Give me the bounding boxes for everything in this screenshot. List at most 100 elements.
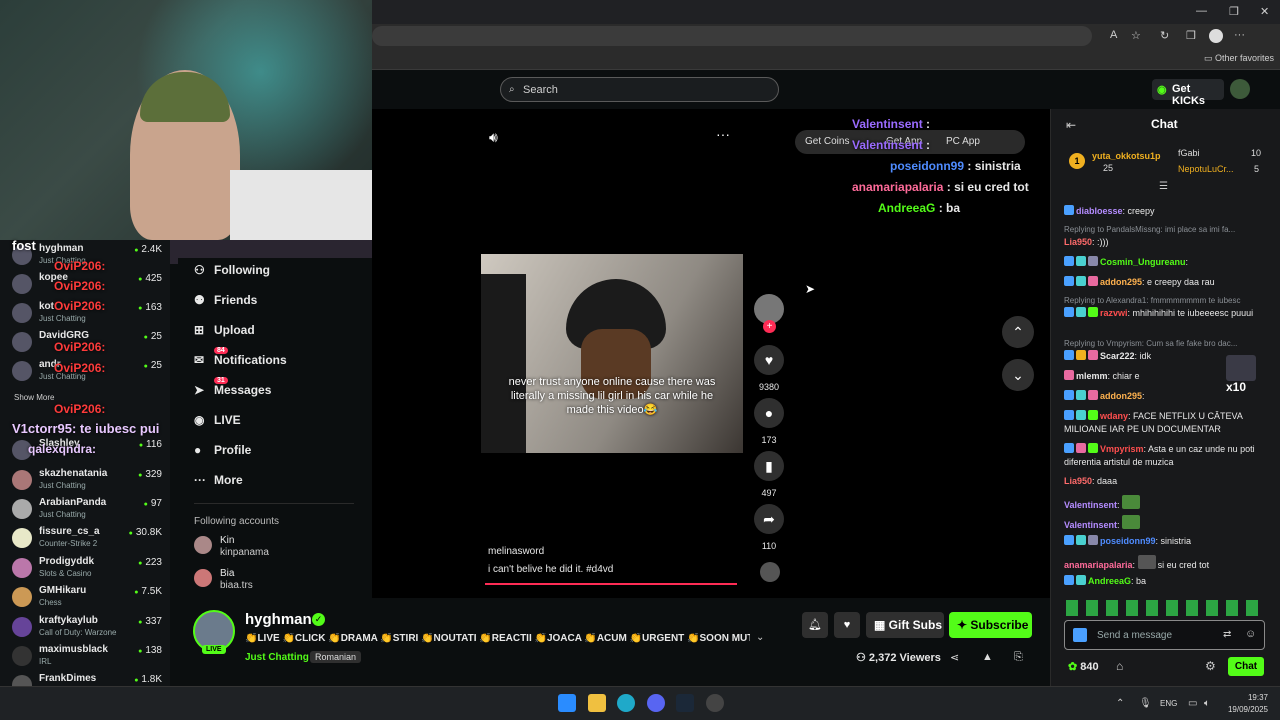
language-indicator[interactable]: ENG (1160, 699, 1177, 708)
chat-input[interactable]: Send a message ⇄ ☺ (1064, 620, 1265, 650)
nav-live[interactable]: ◉ LIVE (194, 413, 241, 427)
chat-username[interactable]: Vmpyrism (1100, 444, 1144, 454)
network-icon[interactable]: ▭ (1188, 698, 1197, 709)
chat-username[interactable]: Lia950 (1064, 476, 1092, 486)
address-bar[interactable] (372, 26, 1092, 46)
other-favorites-folder[interactable]: ▭ Other favorites (1204, 53, 1274, 64)
close-window-button[interactable]: ✕ (1260, 5, 1269, 18)
share-arrow-icon[interactable]: ➦ (754, 504, 784, 534)
chat-username[interactable]: razvwi (1100, 308, 1128, 318)
emoji-icon[interactable]: ☺ (1245, 628, 1256, 640)
report-warning-icon[interactable]: ▲ (982, 651, 993, 663)
channel-item[interactable]: GMHikaru Chess 7.5K (0, 582, 170, 611)
clock-time[interactable]: 19:37 (1234, 693, 1268, 702)
get-coins-button[interactable]: Get Coins (805, 136, 849, 147)
discord-icon[interactable] (647, 694, 665, 712)
comment-icon[interactable]: ● (754, 398, 784, 428)
channel-item[interactable]: maximusblack IRL 138 (0, 641, 170, 670)
follow-heart-icon[interactable]: ♥ (834, 612, 860, 638)
show-more-link[interactable]: Show More (14, 393, 54, 402)
nav-upload[interactable]: ⊞ Upload (194, 323, 255, 337)
more-menu-icon[interactable]: ··· (1234, 29, 1245, 41)
chat-username[interactable]: Lia950 (1064, 237, 1092, 247)
clip-icon[interactable]: ⎘ (1014, 651, 1023, 664)
volume-tray-icon[interactable]: 🔈︎ (1204, 698, 1210, 709)
obs-icon[interactable] (706, 694, 724, 712)
file-explorer-icon[interactable] (588, 694, 606, 712)
notification-bell-icon[interactable]: 🔔︎ (802, 612, 828, 638)
read-aloud-icon[interactable]: A (1110, 29, 1117, 41)
search-input[interactable]: ⌕ Search (500, 77, 779, 102)
profile-avatar[interactable] (1209, 29, 1223, 43)
chat-username[interactable]: diabloesse (1076, 206, 1123, 216)
chat-username[interactable]: anamariapalaria (1064, 560, 1133, 570)
collapse-chat-icon[interactable]: ⇤ (1066, 118, 1076, 132)
minimize-button[interactable]: — (1196, 5, 1207, 17)
nav-friends[interactable]: ⚉ Friends (194, 293, 257, 307)
channel-points[interactable]: ✿ 840 (1068, 660, 1099, 673)
like-heart-icon[interactable]: ♥ (754, 345, 784, 375)
chat-username[interactable]: addon295 (1100, 391, 1142, 401)
edge-browser-icon[interactable] (617, 694, 635, 712)
channel-item[interactable]: fissure_cs_a Counter-Strike 2 30.8K (0, 523, 170, 552)
chevron-down-icon[interactable]: ⌄ (1002, 359, 1034, 391)
nav-messages[interactable]: ➤ 31 Messages (194, 377, 271, 397)
emote-bar[interactable] (1066, 600, 1262, 616)
more-options-icon[interactable]: ··· (716, 126, 730, 142)
channel-item[interactable]: Prodigyddk Slots & Casino 223 (0, 553, 170, 582)
chat-username[interactable]: poseidonn99 (1100, 536, 1156, 546)
chat-username[interactable]: Valentinsent (1064, 500, 1117, 510)
chat-username[interactable]: AndreeaG (1088, 576, 1131, 586)
chat-username[interactable]: Cosmin_Ungureanu (1100, 257, 1186, 267)
music-disc-icon[interactable] (760, 562, 780, 582)
pc-app-button[interactable]: PC App (946, 136, 980, 147)
steam-icon[interactable] (676, 694, 694, 712)
channel-item[interactable]: kraftykaylub Call of Duty: Warzone 337 (0, 612, 170, 641)
microphone-icon[interactable]: 🎙︎ (1139, 698, 1152, 709)
share-icon[interactable]: ⋖ (950, 651, 959, 664)
channel-item[interactable]: ArabianPanda Just Chatting 97 (0, 494, 170, 523)
top-gifter-name[interactable]: NepotuLuCr... (1178, 164, 1234, 174)
settings-gear-icon[interactable]: ⚙ (1205, 659, 1216, 673)
chat-send-button[interactable]: Chat (1228, 657, 1264, 676)
chat-username[interactable]: addon295 (1100, 277, 1142, 287)
store-icon[interactable]: ⌂ (1116, 659, 1123, 673)
collections-icon[interactable]: ❒ (1186, 29, 1196, 42)
top-gifter-name[interactable]: yuta_okkotsu1p (1092, 151, 1161, 161)
windows-start-icon[interactable] (558, 694, 576, 712)
get-kicks-button[interactable]: ◉ Get KICKs (1152, 79, 1224, 107)
nav-profile[interactable]: ● Profile (194, 443, 251, 457)
video-progress-bar[interactable] (485, 583, 737, 585)
chat-filter-icon[interactable]: ☰ (1159, 181, 1168, 192)
language-tag[interactable]: Romanian (310, 651, 362, 663)
top-gifter-name[interactable]: fGabi (1178, 148, 1200, 158)
refresh-icon[interactable]: ↻ (1160, 29, 1169, 42)
volume-icon[interactable]: 🔊︎ (489, 129, 498, 146)
user-avatar[interactable] (1230, 79, 1250, 99)
video-author[interactable]: melinasword (488, 546, 544, 557)
chat-username[interactable]: wdany (1100, 411, 1128, 421)
tiktok-video[interactable] (481, 254, 743, 453)
channel-item[interactable]: skazhenatania Just Chatting 329 (0, 465, 170, 494)
expand-title-icon[interactable]: ⌄ (756, 632, 764, 643)
nav-more[interactable]: ··· More (194, 473, 243, 487)
channel-item[interactable]: FrankDimes 1.8K (0, 670, 170, 686)
chat-username[interactable]: Scar222 (1100, 351, 1135, 361)
favorite-star-icon[interactable]: ☆ (1131, 29, 1141, 42)
streamer-name[interactable]: hyghman (245, 611, 312, 628)
chat-username[interactable]: mlemm (1076, 371, 1108, 381)
clock-date[interactable]: 19/09/2025 (1220, 705, 1268, 714)
tray-chevron-icon[interactable]: ⌃ (1116, 698, 1124, 709)
bookmark-icon[interactable]: ▮ (754, 451, 784, 481)
follow-plus-icon[interactable]: + (763, 320, 776, 333)
stream-category[interactable]: Just Chatting (245, 652, 309, 663)
nav-notifications[interactable]: ✉ 84 Notifications (194, 347, 287, 367)
gift-subs-button[interactable]: ▦ Gift Subs (866, 612, 944, 638)
translate-icon[interactable]: ⇄ (1223, 629, 1231, 640)
account-name[interactable]: Bia (220, 568, 234, 579)
maximize-button[interactable]: ❐ (1229, 5, 1239, 18)
nav-following[interactable]: ⚇ Following (194, 263, 270, 277)
chat-username[interactable]: Valentinsent (1064, 520, 1117, 530)
chevron-up-icon[interactable]: ⌃ (1002, 316, 1034, 348)
subscribe-button[interactable]: ✦ Subscribe (949, 612, 1032, 638)
